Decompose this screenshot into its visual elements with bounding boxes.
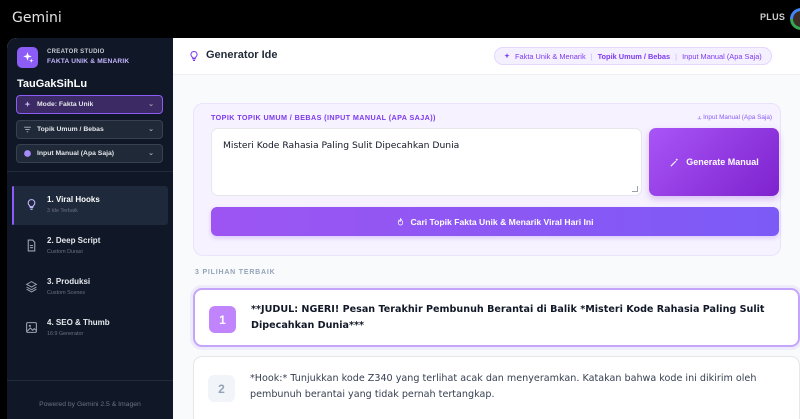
nav-title: 4. SEO & Thumb	[47, 318, 110, 327]
magic-wand-icon	[670, 157, 679, 167]
generate-manual-button[interactable]: Generate Manual	[649, 128, 779, 196]
plan-badge: PLUS	[760, 12, 786, 22]
topic-textarea[interactable]: Misteri Kode Rahasia Paling Sulit Dipeca…	[211, 128, 642, 196]
breadcrumb-separator: |	[675, 51, 678, 61]
sparkle-icon	[504, 53, 510, 59]
option-text: *Hook:* Tunjukkan kode Z340 yang terliha…	[250, 373, 757, 400]
nav-subtitle: 3 Ide Terbaik	[47, 208, 78, 214]
account-avatar[interactable]	[790, 8, 800, 30]
breadcrumb-item: Fakta Unik & Menarik	[515, 51, 586, 61]
mode-select[interactable]: Mode: Fakta Unik ⌄	[16, 95, 163, 114]
find-viral-topic-button[interactable]: Cari Topik Fakta Unik & Menarik Viral Ha…	[211, 207, 779, 236]
option-number: 2	[208, 375, 235, 402]
divider	[7, 380, 173, 381]
find-viral-topic-label: Cari Topik Fakta Unik & Menarik Viral Ha…	[410, 216, 594, 227]
nav-title: 1. Viral Hooks	[47, 195, 100, 204]
chevron-down-icon: ⌄	[148, 101, 154, 108]
filter-icon	[23, 125, 32, 134]
result-option[interactable]: 2 *Hook:* Tunjukkan kode Z340 yang terli…	[193, 356, 800, 419]
mode-select-label: Mode: Fakta Unik	[37, 101, 94, 108]
nav-item-produksi[interactable]: 3. Produksi Custom Scenes	[12, 268, 168, 307]
nav-item-deep-script[interactable]: 2. Deep Script Custom Durasi	[12, 227, 168, 266]
input-mode-label: Input Manual (Apa Saja)	[703, 114, 772, 121]
nav-item-viral-hooks[interactable]: 1. Viral Hooks 3 Ide Terbaik	[12, 186, 168, 225]
main-panel: Generator Ide Fakta Unik & Menarik | Top…	[173, 38, 800, 419]
nav-title: 3. Produksi	[47, 277, 91, 286]
app-brand: Gemini	[12, 10, 62, 26]
divider	[7, 171, 173, 172]
chevron-down-icon: ⌄	[148, 150, 154, 157]
circle-icon	[23, 149, 32, 158]
studio-mode-label: FAKTA UNIK & MENARIK	[47, 58, 130, 65]
breadcrumb: Fakta Unik & Menarik | Topik Umum / Beba…	[494, 47, 772, 65]
input-source-select-label: Input Manual (Apa Saja)	[37, 150, 115, 157]
chevron-down-icon: ⌄	[148, 126, 154, 133]
sidebar: CREATOR STUDIO FAKTA UNIK & MENARIK TauG…	[7, 38, 173, 419]
nav-subtitle: 16:9 Generator	[47, 331, 84, 337]
topic-input-card: TOPIK TOPIK UMUM / BEBAS (INPUT MANUAL (…	[193, 103, 781, 256]
sparkle-icon	[23, 100, 32, 109]
page-header: Generator Ide Fakta Unik & Menarik | Top…	[173, 38, 800, 75]
option-number: 1	[209, 306, 236, 333]
input-source-select[interactable]: Input Manual (Apa Saja) ⌄	[16, 144, 163, 163]
breadcrumb-separator: |	[590, 51, 593, 61]
sparkle-logo-icon	[17, 47, 38, 68]
studio-label: CREATOR STUDIO	[47, 49, 105, 55]
image-icon	[26, 322, 37, 333]
lightbulb-icon	[27, 199, 36, 210]
layers-icon	[25, 281, 38, 293]
page-title: Generator Ide	[206, 49, 278, 61]
breadcrumb-item: Topik Umum / Bebas	[597, 51, 671, 61]
result-option[interactable]: 1 **JUDUL: NGERI! Pesan Terakhir Pembunu…	[193, 288, 800, 347]
app-window: CREATOR STUDIO FAKTA UNIK & MENARIK TauG…	[7, 38, 800, 419]
channel-name: TauGakSihLu	[17, 78, 88, 90]
results-section-label: 3 PILIHAN TERBAIK	[195, 269, 276, 276]
topic-input-label: TOPIK TOPIK UMUM / BEBAS (INPUT MANUAL (…	[211, 113, 436, 122]
generate-manual-label: Generate Manual	[686, 157, 759, 167]
nav-subtitle: Custom Scenes	[47, 290, 86, 296]
input-mode-indicator: ⥿ Input Manual (Apa Saja)	[697, 114, 772, 121]
document-icon	[27, 239, 36, 252]
breadcrumb-item: Input Manual (Apa Saja)	[682, 51, 762, 61]
nav-item-seo-thumb[interactable]: 4. SEO & Thumb 16:9 Generator	[12, 309, 168, 348]
flame-icon	[398, 217, 404, 225]
nav-subtitle: Custom Durasi	[47, 249, 83, 255]
topic-select-label: Topik Umum / Bebas	[37, 126, 104, 133]
option-text: **JUDUL: NGERI! Pesan Terakhir Pembunuh …	[251, 304, 765, 331]
nav-title: 2. Deep Script	[47, 236, 101, 245]
powered-by-footer: Powered by Gemini 2.5 & Imagen	[39, 401, 141, 408]
topic-select[interactable]: Topik Umum / Bebas ⌄	[16, 120, 163, 139]
window-topbar: Gemini PLUS	[0, 0, 800, 38]
lightbulb-icon	[190, 50, 198, 61]
